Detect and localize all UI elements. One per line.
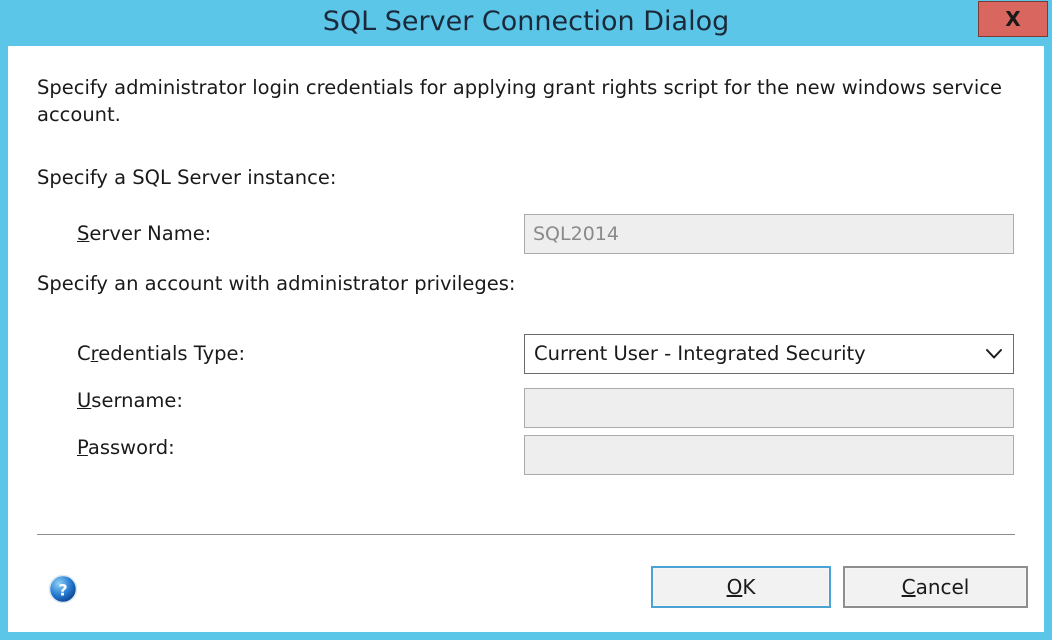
title-bar: SQL Server Connection Dialog X [0, 0, 1052, 46]
username-label: Username: [77, 389, 183, 412]
cancel-button-label-accel: C [901, 575, 916, 599]
svg-text:?: ? [58, 581, 67, 600]
cancel-button-label-suffix: ancel [915, 575, 970, 599]
chevron-down-icon [985, 335, 1003, 373]
username-input[interactable] [524, 388, 1014, 428]
ok-button-label-accel: O [726, 575, 743, 599]
credentials-type-select[interactable]: Current User - Integrated Security [524, 334, 1014, 374]
sql-server-connection-dialog: SQL Server Connection Dialog X Specify a… [0, 0, 1052, 640]
password-label: Password: [77, 436, 175, 459]
cancel-button[interactable]: Cancel [843, 566, 1028, 608]
credentials-type-selected-value: Current User - Integrated Security [534, 342, 866, 365]
credentials-type-label: Credentials Type: [77, 342, 245, 365]
footer-divider [37, 534, 1015, 535]
username-label-suffix: sername: [91, 389, 183, 412]
credentials-type-label-suffix: edentials Type: [98, 342, 246, 365]
close-icon: X [1005, 7, 1021, 31]
username-label-accel: U [77, 389, 92, 412]
dialog-title: SQL Server Connection Dialog [322, 6, 730, 37]
help-circle-icon[interactable]: ? [48, 574, 78, 604]
password-input[interactable] [524, 435, 1014, 475]
ok-button-label-suffix: K [742, 575, 756, 599]
ok-button[interactable]: OK [651, 566, 831, 608]
dialog-description: Specify administrator login credentials … [37, 76, 1002, 126]
credentials-type-label-prefix: C [77, 342, 91, 365]
ok-button-label: OK [727, 575, 756, 599]
dialog-client-area: Specify administrator login credentials … [8, 46, 1044, 632]
server-name-label: Server Name: [77, 222, 211, 245]
server-name-label-suffix: erver Name: [89, 222, 212, 245]
close-button[interactable]: X [978, 1, 1048, 37]
sql-instance-section-label: Specify a SQL Server instance: [37, 166, 337, 189]
account-section-label: Specify an account with administrator pr… [37, 272, 516, 295]
password-label-suffix: assword: [87, 436, 175, 459]
server-name-input[interactable]: SQL2014 [524, 214, 1014, 254]
cancel-button-label: Cancel [902, 575, 970, 599]
password-label-accel: P [77, 436, 88, 459]
server-name-label-accel: S [77, 222, 90, 245]
